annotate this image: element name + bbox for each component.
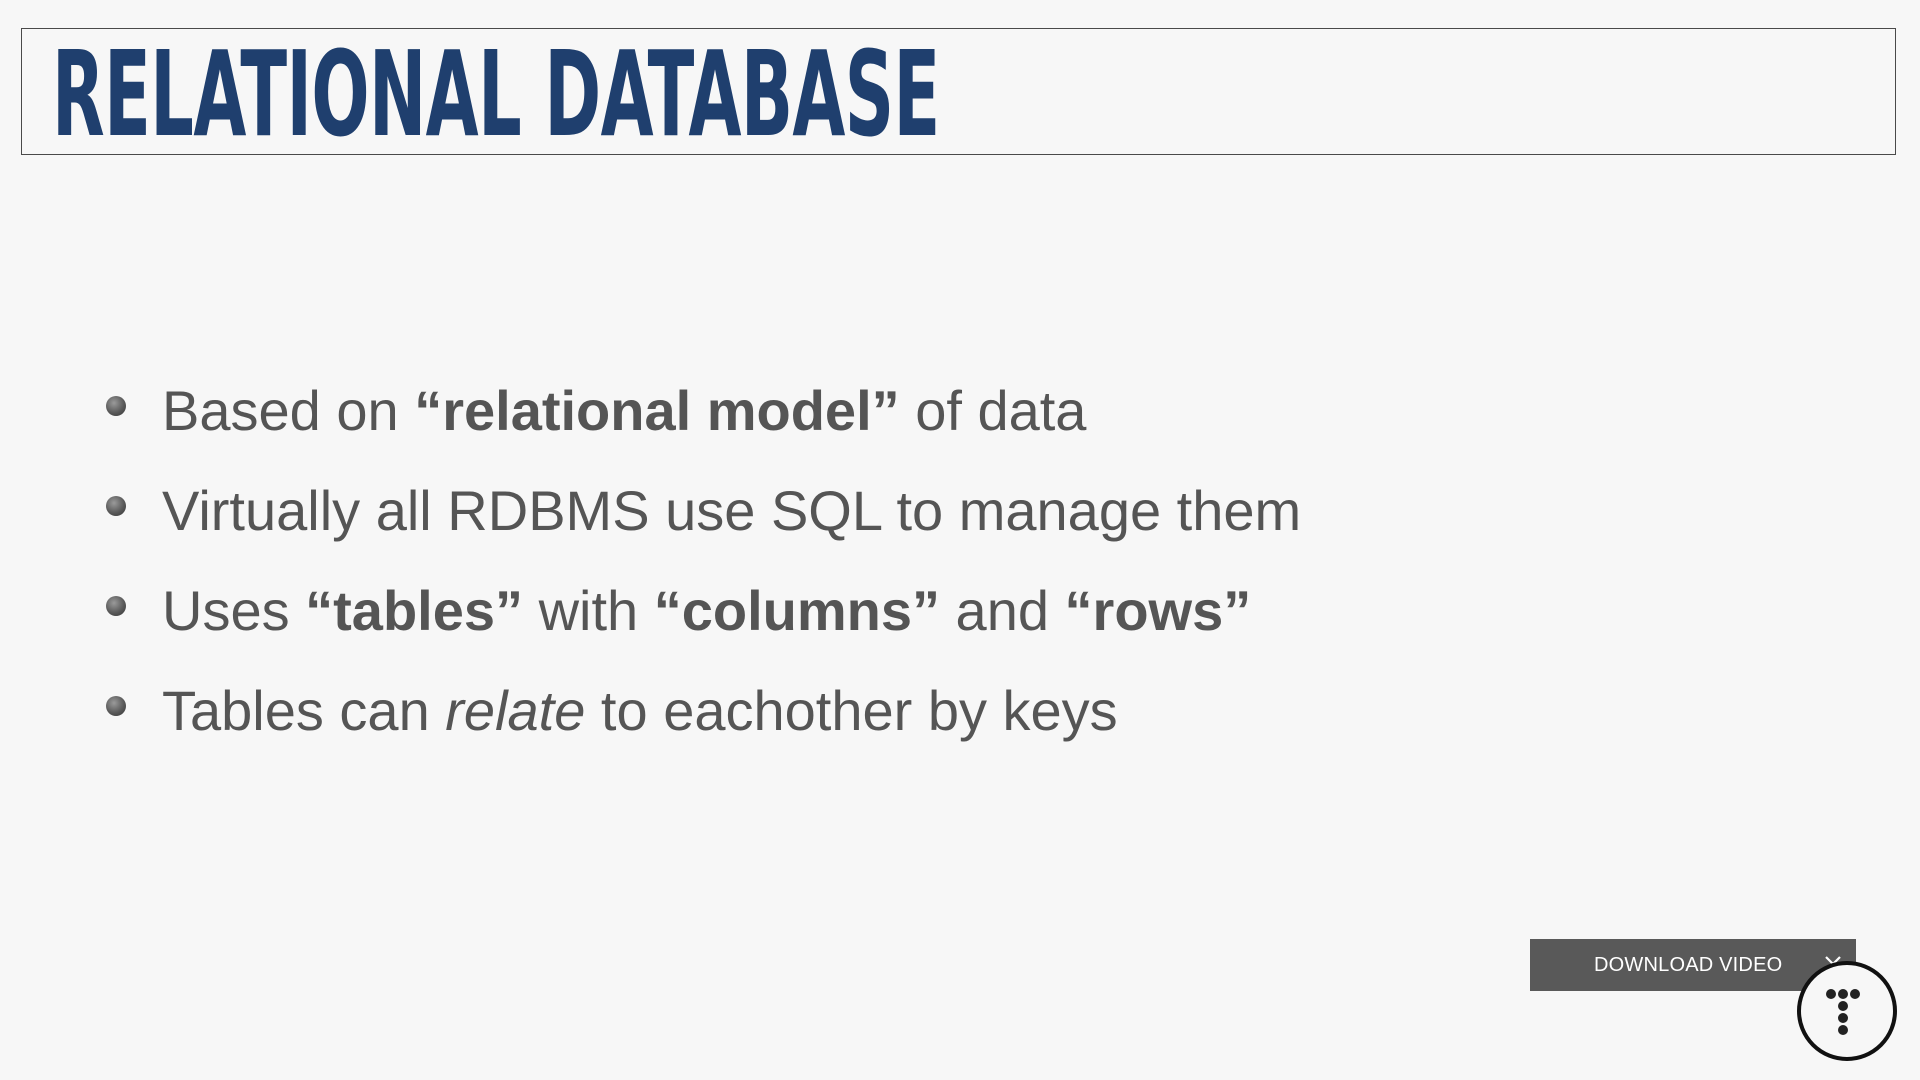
- bullet-dot-icon: [106, 696, 126, 716]
- bullet-dot-icon: [106, 496, 126, 516]
- text-segment-bold: “tables”: [305, 578, 524, 642]
- logo-glyph: [1826, 989, 1860, 1035]
- download-video-label: DOWNLOAD VIDEO: [1594, 953, 1783, 976]
- bullet-text: Uses “tables” with “columns” and “rows”: [162, 578, 1251, 643]
- text-segment-bold: “columns”: [653, 578, 940, 642]
- slide-title: RELATIONAL DATABASE: [52, 25, 940, 163]
- text-segment: and: [939, 578, 1065, 642]
- bullet-text: Tables can relate to eachother by keys: [162, 678, 1118, 743]
- text-segment: Tables can: [162, 678, 446, 742]
- text-segment: with: [523, 578, 654, 642]
- text-segment-bold: “relational model”: [414, 378, 900, 442]
- bullet-dot-icon: [106, 596, 126, 616]
- text-segment: of data: [899, 378, 1087, 442]
- text-segment-italic: relate: [445, 678, 586, 742]
- title-box: RELATIONAL DATABASE: [21, 28, 1896, 155]
- bullet-item: Uses “tables” with “columns” and “rows”: [100, 560, 1301, 660]
- bullet-text: Virtually all RDBMS use SQL to manage th…: [162, 478, 1301, 543]
- bullet-list: Based on “relational model” of data Virt…: [100, 360, 1301, 760]
- bullet-dot-icon: [106, 396, 126, 416]
- text-segment: to eachother by keys: [585, 678, 1118, 742]
- bullet-item: Tables can relate to eachother by keys: [100, 660, 1301, 760]
- text-segment: Based on: [162, 378, 415, 442]
- text-segment: Virtually all RDBMS use SQL to manage th…: [162, 478, 1302, 542]
- bullet-item: Based on “relational model” of data: [100, 360, 1301, 460]
- bullet-item: Virtually all RDBMS use SQL to manage th…: [100, 460, 1301, 560]
- text-segment-bold: “rows”: [1064, 578, 1252, 642]
- bullet-text: Based on “relational model” of data: [162, 378, 1086, 443]
- text-segment: Uses: [162, 578, 306, 642]
- brand-logo-icon[interactable]: [1797, 961, 1897, 1061]
